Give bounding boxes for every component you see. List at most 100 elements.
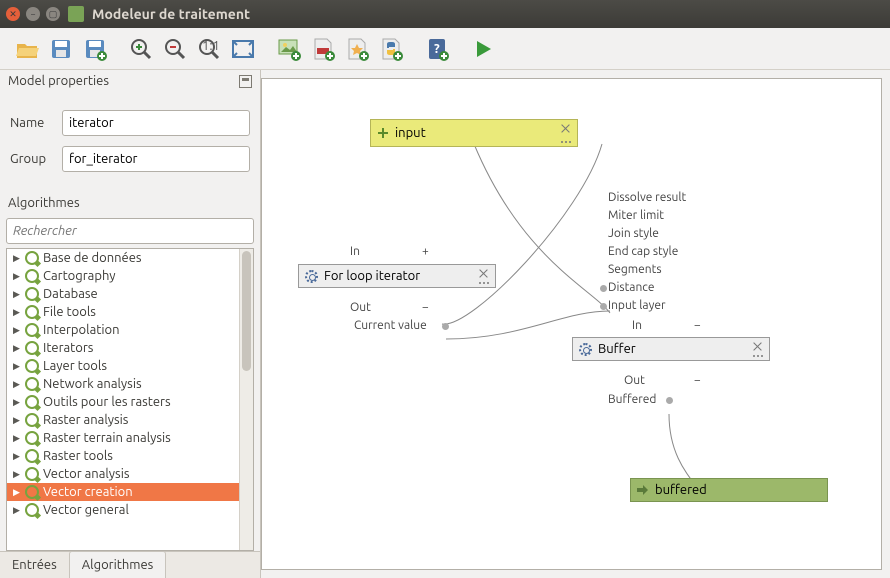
- tree-item[interactable]: ▶Vector analysis: [7, 465, 239, 483]
- save-button[interactable]: [44, 32, 78, 66]
- port-label: In: [350, 245, 360, 258]
- search-input[interactable]: [6, 218, 254, 244]
- model-canvas[interactable]: input In + For loop iterator Out − Curre…: [261, 78, 882, 570]
- export-image-button[interactable]: [272, 32, 306, 66]
- svg-text:?: ?: [434, 42, 440, 56]
- gear-icon: [305, 270, 318, 283]
- app-icon: [68, 6, 84, 22]
- qgis-icon: [25, 395, 39, 409]
- qgis-icon: [25, 287, 39, 301]
- titlebar: ✕ − ▢ Modeleur de traitement: [0, 0, 890, 28]
- port-dot[interactable]: [600, 303, 607, 310]
- tree-item[interactable]: ▶Network analysis: [7, 375, 239, 393]
- model-properties-header: Model properties: [0, 70, 260, 92]
- port-label: Distance: [608, 281, 654, 294]
- group-label: Group: [10, 152, 54, 166]
- port-label: Join style: [608, 227, 659, 240]
- save-as-button[interactable]: [78, 32, 112, 66]
- tree-item[interactable]: ▶Raster terrain analysis: [7, 429, 239, 447]
- port-label: Input layer: [608, 299, 666, 312]
- name-label: Name: [10, 116, 54, 130]
- port-dot[interactable]: [666, 397, 673, 404]
- run-button[interactable]: [466, 32, 500, 66]
- open-button[interactable]: [10, 32, 44, 66]
- tree-item[interactable]: ▶Layer tools: [7, 357, 239, 375]
- port-plus: +: [422, 245, 429, 258]
- close-icon[interactable]: [560, 123, 571, 134]
- qgis-icon: [25, 305, 39, 319]
- port-dot[interactable]: [442, 323, 449, 330]
- left-panel: Model properties Name Group Algorithmes …: [0, 70, 261, 578]
- tree-item[interactable]: ▶Cartography: [7, 267, 239, 285]
- tree-scrollbar[interactable]: [239, 249, 253, 550]
- tab-inputs[interactable]: Entrées: [0, 552, 69, 578]
- port-label: Out: [350, 301, 371, 314]
- svg-text:1:1: 1:1: [202, 39, 220, 53]
- export-pdf-button[interactable]: [306, 32, 340, 66]
- port-label: Miter limit: [608, 209, 664, 222]
- forloop-node[interactable]: For loop iterator: [298, 264, 496, 288]
- toolbar: 1:1 ?: [0, 28, 890, 70]
- more-icon[interactable]: [561, 141, 571, 143]
- help-button[interactable]: ?: [420, 32, 454, 66]
- more-icon[interactable]: [753, 355, 763, 357]
- window-close-button[interactable]: ✕: [6, 7, 20, 21]
- buffer-node-label: Buffer: [598, 342, 636, 356]
- tree-item[interactable]: ▶Vector general: [7, 501, 239, 519]
- window-title: Modeleur de traitement: [92, 6, 250, 22]
- qgis-icon: [25, 467, 39, 481]
- close-icon[interactable]: [478, 268, 489, 279]
- port-label: Out: [624, 374, 645, 387]
- algorithm-tree[interactable]: ▶Base de données▶Cartography▶Database▶Fi…: [6, 248, 254, 551]
- port-dot[interactable]: [600, 285, 607, 292]
- forloop-node-label: For loop iterator: [324, 269, 420, 283]
- tab-algorithms[interactable]: Algorithmes: [69, 551, 167, 578]
- port-label: Dissolve result: [608, 191, 686, 204]
- input-node[interactable]: input: [370, 119, 578, 147]
- qgis-icon: [25, 269, 39, 283]
- model-group-input[interactable]: [62, 146, 250, 172]
- zoom-fit-button[interactable]: [226, 32, 260, 66]
- port-minus: −: [694, 319, 701, 332]
- port-label: Current value: [354, 319, 427, 332]
- dock-icon[interactable]: [239, 75, 252, 88]
- qgis-icon: [25, 341, 39, 355]
- tree-item[interactable]: ▶Base de données: [7, 249, 239, 267]
- tree-item[interactable]: ▶Vector creation: [7, 483, 239, 501]
- buffer-node[interactable]: Buffer: [572, 337, 770, 361]
- tree-item[interactable]: ▶Raster tools: [7, 447, 239, 465]
- tree-item[interactable]: ▶Database: [7, 285, 239, 303]
- qgis-icon: [25, 377, 39, 391]
- tree-item[interactable]: ▶File tools: [7, 303, 239, 321]
- arrow-right-icon: [637, 484, 649, 496]
- qgis-icon: [25, 431, 39, 445]
- zoom-in-button[interactable]: [124, 32, 158, 66]
- tree-item[interactable]: ▶Iterators: [7, 339, 239, 357]
- port-label: In: [632, 319, 642, 332]
- tree-item[interactable]: ▶Outils pour les rasters: [7, 393, 239, 411]
- panel-tabs: Entrées Algorithmes: [0, 551, 260, 578]
- qgis-icon: [25, 359, 39, 373]
- port-label: Buffered: [608, 393, 656, 406]
- qgis-icon: [25, 413, 39, 427]
- tree-item[interactable]: ▶Raster analysis: [7, 411, 239, 429]
- input-node-label: input: [395, 126, 426, 140]
- output-node[interactable]: buffered: [630, 478, 828, 502]
- zoom-actual-button[interactable]: 1:1: [192, 32, 226, 66]
- plus-icon: [377, 127, 389, 139]
- qgis-icon: [25, 323, 39, 337]
- close-icon[interactable]: [752, 341, 763, 352]
- more-icon[interactable]: [479, 282, 489, 284]
- window-minimize-button[interactable]: −: [26, 7, 40, 21]
- port-label: End cap style: [608, 245, 678, 258]
- algorithms-header: Algorithmes: [0, 192, 260, 214]
- port-minus: −: [422, 301, 429, 314]
- window-maximize-button[interactable]: ▢: [46, 7, 60, 21]
- model-name-input[interactable]: [62, 110, 250, 136]
- tree-item[interactable]: ▶Interpolation: [7, 321, 239, 339]
- gear-icon: [579, 343, 592, 356]
- export-svg-button[interactable]: [340, 32, 374, 66]
- export-python-button[interactable]: [374, 32, 408, 66]
- zoom-out-button[interactable]: [158, 32, 192, 66]
- qgis-icon: [25, 485, 39, 499]
